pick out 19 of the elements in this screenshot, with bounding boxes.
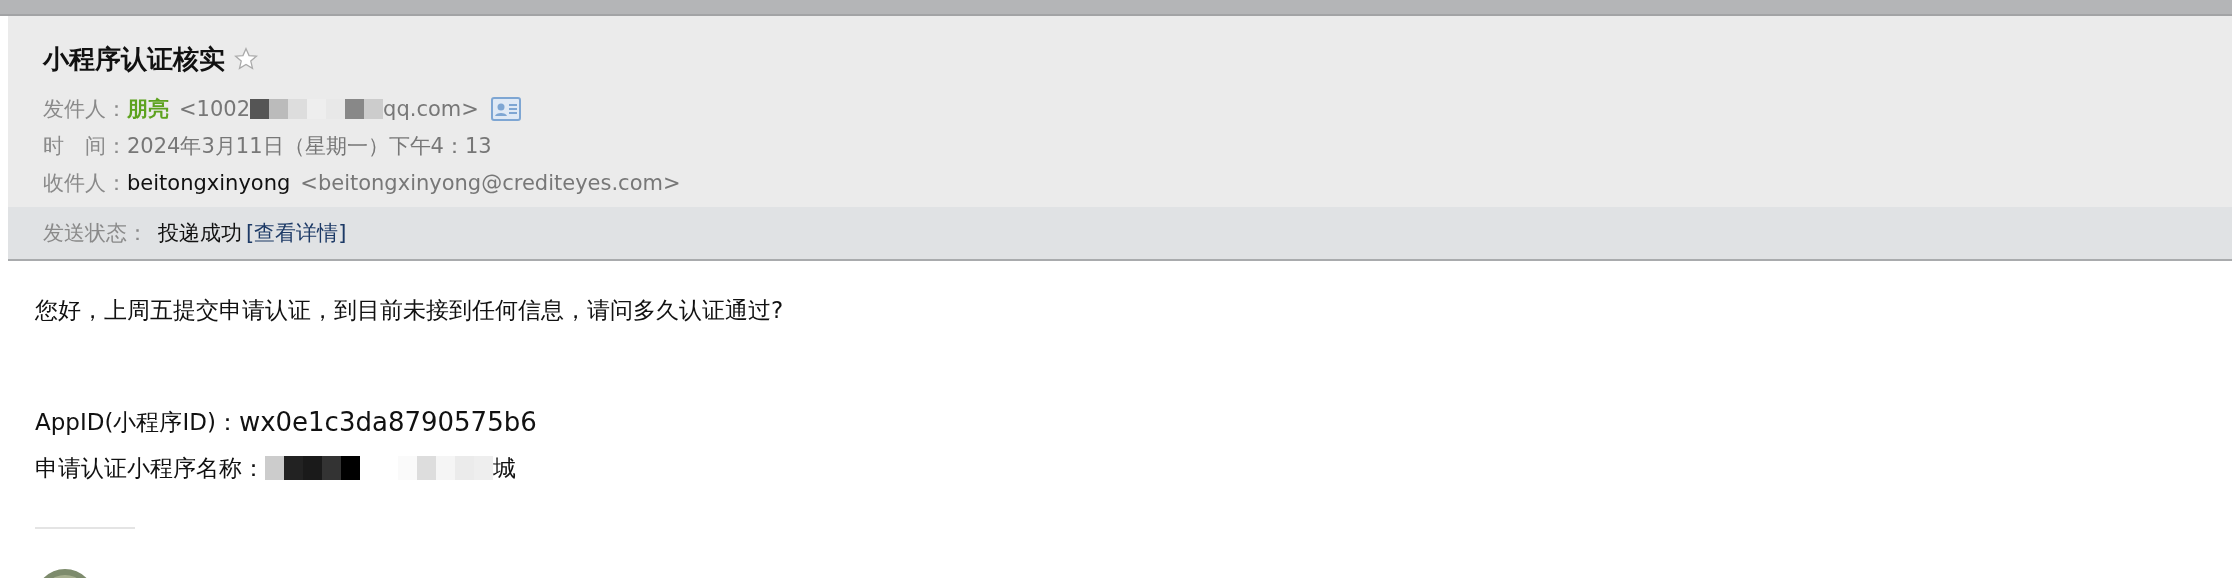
sender-address: <1002 xyxy=(179,96,251,121)
mail-subject: 小程序认证核实 xyxy=(43,42,225,76)
sent-time: 2024年3月11日（星期一）下午4：13 xyxy=(127,132,492,160)
delivery-status: 投递成功 xyxy=(158,220,242,247)
field-label: 发件人： xyxy=(43,95,127,123)
appid-label: AppID(小程序ID)： xyxy=(35,407,239,437)
sender-address: qq.com> xyxy=(383,96,479,121)
appid-value: wx0e1c3da8790575b6 xyxy=(238,407,537,437)
field-label: 时 间： xyxy=(43,132,127,160)
star-icon[interactable] xyxy=(233,46,259,72)
recipient-name[interactable]: beitongxinyong xyxy=(127,170,291,195)
details-link[interactable]: [查看详情] xyxy=(246,219,347,247)
recipient-address: <beitongxinyong@crediteyes.com> xyxy=(300,170,681,195)
message-text: 您好，上周五提交申请认证，到目前未接到任何信息，请问多久认证通过? xyxy=(35,296,785,325)
app-name-label: 申请认证小程序名称： xyxy=(35,453,265,483)
field-label: 发送状态： xyxy=(43,220,148,247)
field-label: 收件人： xyxy=(43,169,127,197)
contact-card-icon[interactable] xyxy=(490,96,521,121)
app-name-value: 城 xyxy=(493,453,516,483)
